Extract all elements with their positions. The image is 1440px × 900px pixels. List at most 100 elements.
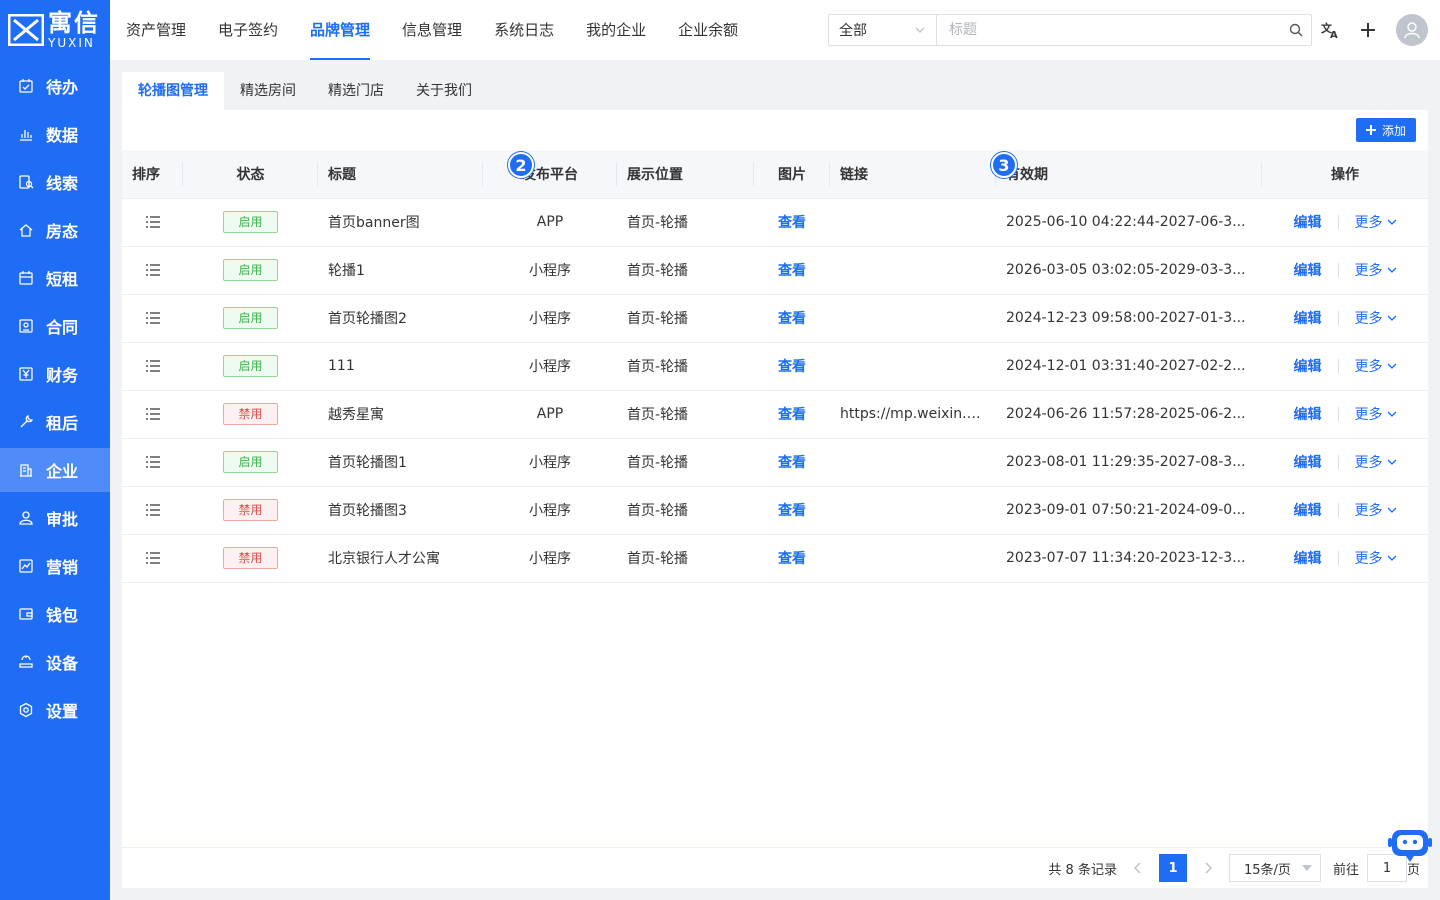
status-badge: 启用 xyxy=(223,451,278,473)
more-dropdown[interactable]: 更多 xyxy=(1355,308,1397,328)
search-icon[interactable] xyxy=(1281,15,1311,45)
sidebar-item-7[interactable]: 租后 xyxy=(0,400,110,444)
column-header-7: 有效期 xyxy=(996,150,1262,199)
view-image-link[interactable]: 查看 xyxy=(778,407,806,423)
top-header: 资产管理电子签约品牌管理信息管理系统日志我的企业企业余额 全部 文A xyxy=(110,0,1440,60)
edit-button[interactable]: 编辑 xyxy=(1294,260,1322,280)
tab-1[interactable]: 精选房间 xyxy=(224,72,312,110)
table-row: 禁用 北京银行人才公寓 小程序 首页-轮播 查看 2023-07-07 11:34:20-… xyxy=(122,534,1428,583)
table-row: 禁用 越秀星寓 APP 首页-轮播 查看 https://mp.weixin.qq....… xyxy=(122,390,1428,439)
more-dropdown[interactable]: 更多 xyxy=(1355,500,1397,520)
edit-button[interactable]: 编辑 xyxy=(1294,212,1322,232)
status-cell: 禁用 xyxy=(183,486,318,535)
drag-handle-icon[interactable] xyxy=(132,360,173,372)
page-number-current[interactable]: 1 xyxy=(1158,854,1187,882)
edit-button[interactable]: 编辑 xyxy=(1294,308,1322,328)
column-header-8: 操作 xyxy=(1262,150,1428,199)
more-label: 更多 xyxy=(1354,359,1383,375)
sidebar-item-label: 设置 xyxy=(46,702,79,721)
view-image-link[interactable]: 查看 xyxy=(778,311,806,327)
sidebar-item-8[interactable]: 企业 xyxy=(0,448,110,492)
link-cell: https://mp.weixin.qq.... xyxy=(830,390,996,439)
sidebar-item-11[interactable]: 钱包 xyxy=(0,592,110,636)
view-image-link[interactable]: 查看 xyxy=(778,215,806,231)
status-badge: 禁用 xyxy=(223,403,278,425)
sidebar-item-13[interactable]: 设置 xyxy=(0,688,110,732)
drag-handle-icon[interactable] xyxy=(132,264,173,276)
more-dropdown[interactable]: 更多 xyxy=(1355,548,1397,568)
sidebar-item-1[interactable]: 数据 xyxy=(0,112,110,156)
more-dropdown[interactable]: 更多 xyxy=(1355,356,1397,376)
row-actions: 编辑 更多 xyxy=(1272,548,1418,568)
search-scope-select[interactable]: 全部 xyxy=(829,15,937,45)
row-actions: 编辑 更多 xyxy=(1272,500,1418,520)
top-nav-item-4[interactable]: 系统日志 xyxy=(478,0,570,60)
next-page-icon[interactable] xyxy=(1195,854,1221,882)
sidebar-item-label: 设备 xyxy=(46,654,79,673)
sort-cell xyxy=(122,534,183,583)
action-divider xyxy=(1337,263,1339,277)
drag-handle-icon[interactable] xyxy=(132,552,173,564)
sidebar-item-3[interactable]: 房态 xyxy=(0,208,110,252)
sidebar-item-0[interactable]: 待办 xyxy=(0,64,110,108)
more-dropdown[interactable]: 更多 xyxy=(1355,260,1397,280)
more-dropdown[interactable]: 更多 xyxy=(1355,404,1397,424)
row-actions: 编辑 更多 xyxy=(1272,404,1418,424)
translate-icon[interactable]: 文A xyxy=(1318,18,1342,42)
avatar[interactable] xyxy=(1396,14,1428,46)
sidebar-item-10[interactable]: 营销 xyxy=(0,544,110,588)
logo-text-en: YUXIN xyxy=(48,36,95,50)
page-size-select[interactable]: 15条/页 xyxy=(1228,854,1321,882)
top-nav-item-3[interactable]: 信息管理 xyxy=(386,0,478,60)
edit-button[interactable]: 编辑 xyxy=(1294,548,1322,568)
view-image-link[interactable]: 查看 xyxy=(778,455,806,471)
top-nav-item-6[interactable]: 企业余额 xyxy=(662,0,754,60)
view-image-link[interactable]: 查看 xyxy=(778,263,806,279)
sidebar-item-4[interactable]: 短租 xyxy=(0,256,110,300)
plus-icon[interactable] xyxy=(1356,18,1380,42)
prev-page-icon[interactable] xyxy=(1125,854,1151,882)
sidebar-item-6[interactable]: 财务 xyxy=(0,352,110,396)
tab-2[interactable]: 精选门店 xyxy=(312,72,400,110)
top-nav-item-0[interactable]: 资产管理 xyxy=(110,0,202,60)
sidebar-item-9[interactable]: 审批 xyxy=(0,496,110,540)
view-image-link[interactable]: 查看 xyxy=(778,551,806,567)
sidebar-item-5[interactable]: 合同 xyxy=(0,304,110,348)
drag-handle-icon[interactable] xyxy=(132,456,173,468)
top-nav-item-1[interactable]: 电子签约 xyxy=(202,0,294,60)
view-image-link[interactable]: 查看 xyxy=(778,503,806,519)
column-header-label: 排序 xyxy=(132,166,160,183)
row-actions: 编辑 更多 xyxy=(1272,212,1418,232)
main-panel: 添加 排序 状态 标题 发布平台 展示位置 图片 链接 有效期 操作 启用 首页banner图 AP… xyxy=(122,110,1428,888)
edit-button[interactable]: 编辑 xyxy=(1294,500,1322,520)
tab-3[interactable]: 关于我们 xyxy=(400,72,488,110)
view-image-link[interactable]: 查看 xyxy=(778,359,806,375)
tab-0[interactable]: 轮播图管理 xyxy=(122,72,224,110)
drag-handle-icon[interactable] xyxy=(132,408,173,420)
sidebar-item-label: 营销 xyxy=(46,558,79,577)
position-cell: 首页-轮播 xyxy=(617,342,754,391)
drag-handle-icon[interactable] xyxy=(132,504,173,516)
chatbot-icon[interactable] xyxy=(1388,828,1432,864)
sidebar-item-label: 企业 xyxy=(46,462,79,481)
more-dropdown[interactable]: 更多 xyxy=(1355,452,1397,472)
status-cell: 禁用 xyxy=(183,390,318,439)
edit-button[interactable]: 编辑 xyxy=(1294,452,1322,472)
drag-handle-icon[interactable] xyxy=(132,216,173,228)
image-cell: 查看 xyxy=(754,342,830,391)
add-button[interactable]: 添加 xyxy=(1356,118,1416,142)
sidebar-item-12[interactable]: 设备 xyxy=(0,640,110,684)
logo[interactable]: 寓信 YUXIN xyxy=(0,0,110,60)
table-row: 禁用 首页轮播图3 小程序 首页-轮播 查看 2023-09-01 07:50:21-20… xyxy=(122,486,1428,535)
image-cell: 查看 xyxy=(754,486,830,535)
sidebar-item-label: 待办 xyxy=(46,78,79,97)
edit-button[interactable]: 编辑 xyxy=(1294,404,1322,424)
sidebar-item-2[interactable]: 线索 xyxy=(0,160,110,204)
drag-handle-icon[interactable] xyxy=(132,312,173,324)
more-dropdown[interactable]: 更多 xyxy=(1355,212,1397,232)
search-input[interactable] xyxy=(937,15,1281,45)
actions-cell: 编辑 更多 xyxy=(1262,246,1428,295)
edit-button[interactable]: 编辑 xyxy=(1294,356,1322,376)
top-nav-item-2[interactable]: 品牌管理 xyxy=(294,0,386,60)
top-nav-item-5[interactable]: 我的企业 xyxy=(570,0,662,60)
